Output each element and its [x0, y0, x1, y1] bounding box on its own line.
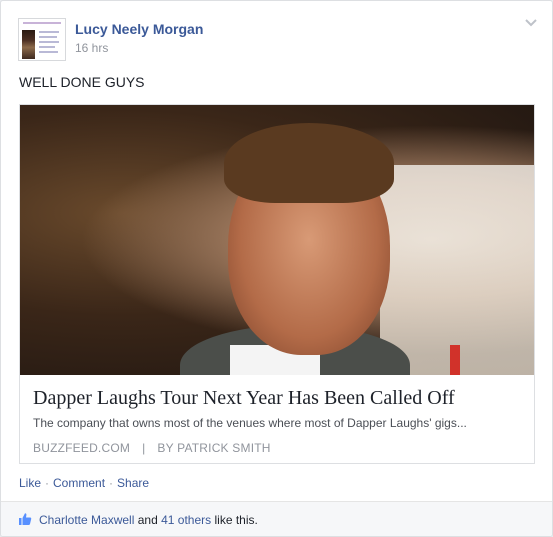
chevron-down-icon[interactable]: [524, 18, 538, 28]
action-separator: ·: [109, 476, 114, 490]
link-domain: BUZZFEED.COM: [33, 441, 131, 455]
post-card: Lucy Neely Morgan 16 hrs WELL DONE GUYS …: [0, 0, 553, 537]
share-link[interactable]: Share: [117, 476, 149, 490]
like-link[interactable]: Like: [19, 476, 41, 490]
author-name[interactable]: Lucy Neely Morgan: [75, 21, 203, 37]
link-title[interactable]: Dapper Laughs Tour Next Year Has Been Ca…: [33, 387, 455, 410]
likes-bar: Charlotte Maxwell and 41 others like thi…: [1, 501, 552, 536]
link-source: BUZZFEED.COM | BY PATRICK SMITH: [33, 441, 271, 455]
others-link[interactable]: 41 others: [161, 513, 211, 527]
post-timestamp[interactable]: 16 hrs: [75, 41, 108, 55]
likes-and: and: [137, 513, 158, 527]
post-status-text: WELL DONE GUYS: [19, 74, 145, 90]
link-byline: BY PATRICK SMITH: [157, 441, 271, 455]
likes-summary: Charlotte Maxwell and 41 others like thi…: [39, 513, 258, 527]
post-actions: Like · Comment · Share: [19, 476, 149, 490]
link-description: The company that owns most of the venues…: [33, 416, 467, 430]
avatar[interactable]: [18, 18, 66, 61]
action-separator: ·: [45, 476, 50, 490]
liker-name-link[interactable]: Charlotte Maxwell: [39, 513, 134, 527]
source-separator: |: [142, 441, 146, 455]
thumbs-up-icon: [19, 513, 32, 525]
likes-suffix: like this.: [214, 513, 258, 527]
link-preview[interactable]: Dapper Laughs Tour Next Year Has Been Ca…: [19, 104, 535, 464]
comment-link[interactable]: Comment: [53, 476, 105, 490]
link-preview-image[interactable]: [20, 105, 534, 375]
